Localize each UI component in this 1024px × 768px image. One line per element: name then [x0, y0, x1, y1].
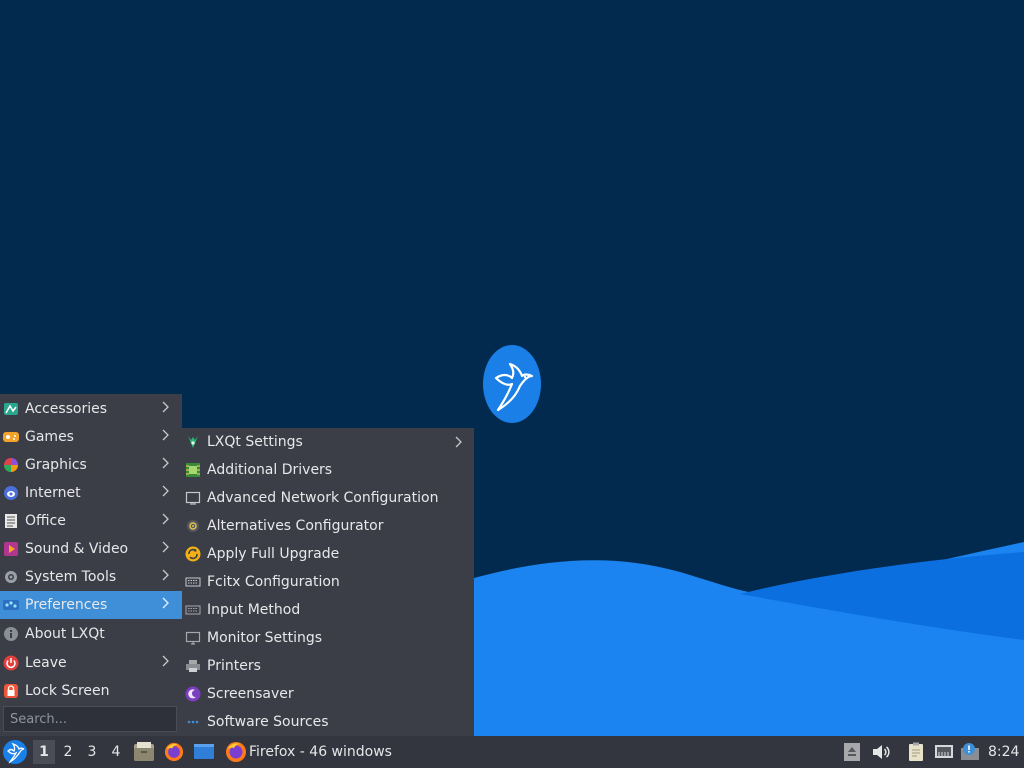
printer-icon [184, 658, 201, 675]
firefox-icon [226, 742, 246, 762]
system-tools-icon [2, 568, 19, 585]
task-label: Firefox - 46 windows [249, 744, 392, 760]
update-notifier-icon[interactable] [960, 742, 980, 762]
show-desktop-icon[interactable] [193, 742, 215, 762]
menu-item-label: Alternatives Configurator [207, 518, 384, 534]
menu-item-accessories[interactable]: Accessories [0, 395, 182, 422]
menu-item-label: System Tools [25, 568, 117, 585]
chevron-right-icon [162, 429, 169, 441]
lubuntu-start-icon[interactable] [2, 739, 28, 765]
internet-icon [2, 484, 19, 501]
chevron-right-icon [455, 436, 462, 448]
office-icon [2, 512, 19, 529]
menu-item-fcitx-configuration[interactable]: Fcitx Configuration [182, 568, 474, 596]
network-wired-icon[interactable] [934, 742, 954, 762]
menu-item-monitor-settings[interactable]: Monitor Settings [182, 624, 474, 652]
menu-item-graphics[interactable]: Graphics [0, 451, 182, 478]
menu-item-label: Fcitx Configuration [207, 574, 340, 590]
menu-item-label: Screensaver [207, 686, 294, 702]
menu-item-label: Office [25, 512, 66, 529]
menu-item-label: Leave [25, 654, 67, 671]
volume-icon[interactable] [871, 742, 891, 762]
clock[interactable]: 8:24 [988, 736, 1019, 768]
chevron-right-icon [162, 485, 169, 497]
menu-item-preferences[interactable]: Preferences [0, 591, 182, 619]
menu-item-label: Software Sources [207, 714, 329, 730]
menu-item-label: Preferences [25, 597, 108, 613]
firefox-icon[interactable] [163, 742, 185, 762]
eject-icon[interactable] [842, 742, 862, 762]
workspace-4-button[interactable]: 4 [105, 740, 127, 764]
games-icon [2, 428, 19, 445]
preferences-submenu: LXQt Settings Additional Drivers Advance… [182, 428, 474, 736]
menu-item-leave[interactable]: Leave [0, 649, 182, 676]
menu-item-advanced-network-configuration[interactable]: Advanced Network Configuration [182, 484, 474, 512]
menu-item-apply-full-upgrade[interactable]: Apply Full Upgrade [182, 540, 474, 568]
screensaver-icon [184, 686, 201, 703]
chip-icon [184, 462, 201, 479]
menu-item-additional-drivers[interactable]: Additional Drivers [182, 456, 474, 484]
menu-item-office[interactable]: Office [0, 507, 182, 534]
workspace-3-button[interactable]: 3 [81, 740, 103, 764]
menu-item-label: Accessories [25, 400, 108, 417]
menu-item-label: Advanced Network Configuration [207, 490, 439, 506]
menu-item-input-method[interactable]: Input Method [182, 596, 474, 624]
accessories-icon [2, 400, 19, 417]
lubuntu-logo-icon [483, 345, 541, 423]
menu-item-label: Games [25, 428, 74, 445]
menu-item-label: About LXQt [25, 625, 105, 642]
clipboard-icon[interactable] [906, 742, 926, 762]
workspace-1-button[interactable]: 1 [33, 740, 55, 764]
alternatives-icon [184, 518, 201, 535]
menu-item-label: Monitor Settings [207, 630, 323, 646]
menu-item-sound-video[interactable]: Sound & Video [0, 535, 182, 562]
search-input[interactable] [3, 706, 177, 732]
sound-video-icon [2, 540, 19, 557]
upgrade-icon [184, 546, 201, 563]
menu-item-label: Graphics [25, 456, 87, 473]
menu-item-lxqt-settings[interactable]: LXQt Settings [182, 428, 474, 456]
menu-item-internet[interactable]: Internet [0, 479, 182, 506]
menu-item-label: Additional Drivers [207, 462, 333, 478]
workspace-2-button[interactable]: 2 [57, 740, 79, 764]
main-menu: Accessories Games Graphics Internet Offi… [0, 394, 182, 736]
keyboard-icon [184, 574, 201, 591]
menu-item-label: LXQt Settings [207, 434, 303, 450]
menu-item-label: Printers [207, 658, 261, 674]
menu-item-system-tools[interactable]: System Tools [0, 563, 182, 590]
network-icon [184, 490, 201, 507]
lock-icon [2, 682, 19, 699]
chevron-right-icon [162, 655, 169, 667]
menu-item-about-lxqt[interactable]: About LXQt [0, 620, 182, 647]
chevron-right-icon [162, 569, 169, 581]
chevron-right-icon [162, 597, 169, 609]
preferences-icon [2, 597, 19, 614]
keyboard-icon [184, 602, 201, 619]
chevron-right-icon [162, 457, 169, 469]
menu-item-label: Lock Screen [25, 682, 110, 699]
menu-item-label: Input Method [207, 602, 301, 618]
software-sources-icon [184, 714, 201, 731]
menu-item-label: Apply Full Upgrade [207, 546, 340, 562]
lxqt-settings-icon [184, 434, 201, 451]
menu-item-alternatives-configurator[interactable]: Alternatives Configurator [182, 512, 474, 540]
chevron-right-icon [162, 513, 169, 525]
chevron-right-icon [162, 541, 169, 553]
menu-item-label: Sound & Video [25, 540, 129, 557]
menu-item-screensaver[interactable]: Screensaver [182, 680, 474, 708]
power-icon [2, 654, 19, 671]
info-icon [2, 625, 19, 642]
taskbar: 1 2 3 4 Firefox - 46 windows 8:24 [0, 736, 1024, 768]
menu-item-printers[interactable]: Printers [182, 652, 474, 680]
menu-item-label: Internet [25, 484, 81, 501]
menu-item-software-sources[interactable]: Software Sources [182, 708, 474, 736]
menu-item-games[interactable]: Games [0, 423, 182, 450]
chevron-right-icon [162, 401, 169, 413]
graphics-icon [2, 456, 19, 473]
file-manager-icon[interactable] [133, 742, 155, 762]
taskbar-button-firefox[interactable]: Firefox - 46 windows [222, 736, 412, 768]
menu-item-lock-screen[interactable]: Lock Screen [0, 677, 182, 704]
monitor-icon [184, 630, 201, 647]
